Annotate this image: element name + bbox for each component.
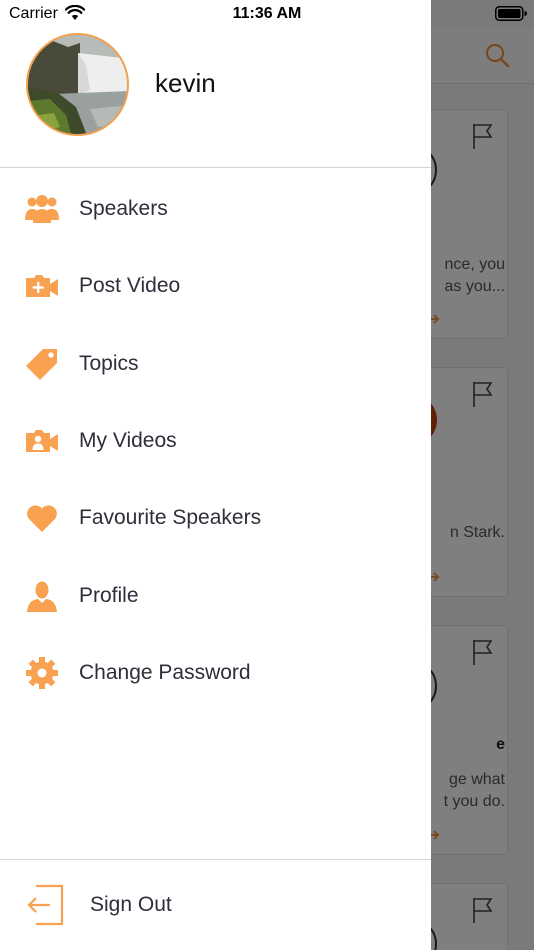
menu-label: Post Video xyxy=(79,274,181,297)
username: kevin xyxy=(155,68,216,98)
gear-icon xyxy=(26,657,58,689)
divider xyxy=(0,859,431,860)
menu-item-change-password[interactable]: Change Password xyxy=(0,643,431,703)
menu-item-favourite-speakers[interactable]: Favourite Speakers xyxy=(0,488,431,548)
navigation-drawer: kevin Speakers Post Video Topics My Vide… xyxy=(0,0,431,950)
menu-label: Favourite Speakers xyxy=(79,506,262,529)
users-icon xyxy=(25,195,59,223)
screen: nce, you as you... n Stark. e ge what t … xyxy=(0,0,534,950)
sign-out-button[interactable]: Sign Out xyxy=(0,870,431,940)
menu-item-profile[interactable]: Profile xyxy=(0,566,431,626)
sign-out-label: Sign Out xyxy=(90,893,172,916)
menu-label: Speakers xyxy=(79,197,168,220)
menu-label: Profile xyxy=(79,584,139,607)
waterfall-photo xyxy=(28,35,127,134)
heart-icon xyxy=(27,505,57,532)
divider xyxy=(0,167,431,168)
person-icon xyxy=(27,581,57,612)
menu-item-speakers[interactable]: Speakers xyxy=(0,179,431,239)
menu-label: My Videos xyxy=(79,429,177,452)
status-time: 11:36 AM xyxy=(232,5,302,22)
menu-label: Change Password xyxy=(79,661,251,684)
menu-label: Topics xyxy=(79,352,139,375)
sign-out-icon xyxy=(27,884,64,926)
status-bar: Carrier 11:36 AM xyxy=(0,0,534,28)
menu-item-topics[interactable]: Topics xyxy=(0,334,431,394)
tag-icon xyxy=(26,349,57,380)
profile-avatar[interactable] xyxy=(26,33,129,136)
add-video-icon xyxy=(26,275,58,297)
battery-icon xyxy=(495,6,527,21)
menu-item-my-videos[interactable]: My Videos xyxy=(0,411,431,471)
menu-item-post-video[interactable]: Post Video xyxy=(0,256,431,316)
user-video-icon xyxy=(26,430,58,452)
